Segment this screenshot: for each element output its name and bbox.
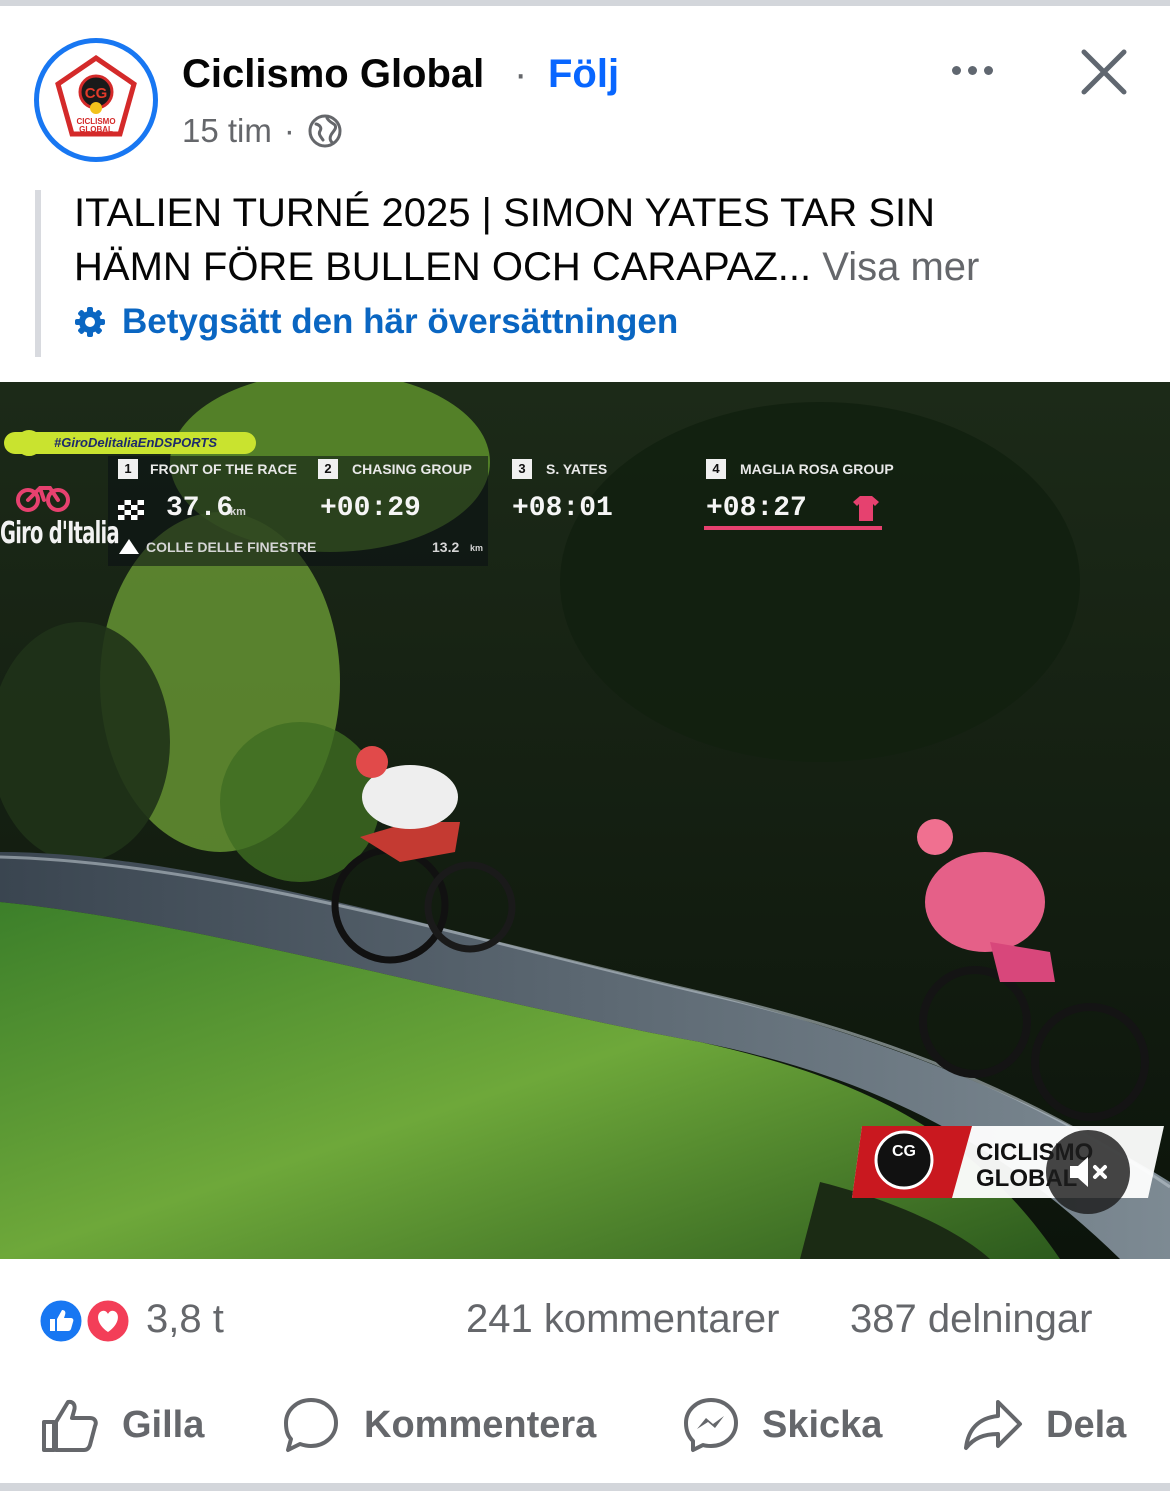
more-dot-icon (967, 65, 977, 75)
comment-label: Kommentera (364, 1403, 597, 1446)
hud-item-1-label: FRONT OF THE RACE (150, 461, 297, 477)
send-label: Skicka (762, 1403, 883, 1446)
hud-item-3-label: S. YATES (546, 461, 608, 477)
climb-name: COLLE DELLE FINESTRE (146, 539, 317, 555)
comment-bubble-icon (284, 1398, 338, 1452)
hud-item-2-number: 2 (318, 459, 338, 479)
ciclismo-global-logo-icon: CG CICLISMO GLOBAL (55, 54, 137, 137)
share-button[interactable]: Dela (962, 1390, 1126, 1460)
top-divider (0, 0, 1170, 6)
hud-item-4-label: MAGLIA ROSA GROUP (740, 461, 894, 477)
thumbs-up-icon (42, 1399, 98, 1452)
checkered-flag-icon (118, 500, 144, 520)
like-love-reactions-icon (37, 1297, 132, 1345)
caption-line-1: ITALIEN TURNÉ 2025 | SIMON YATES TAR SIN (74, 191, 935, 235)
post-caption: ITALIEN TURNÉ 2025 | SIMON YATES TAR SIN… (74, 186, 1134, 294)
meta-separator: · (283, 112, 295, 149)
hud-item-1-unit: km (230, 506, 246, 518)
globe-icon (308, 114, 342, 148)
page-name-link[interactable]: Ciclismo Global (182, 52, 484, 97)
pink-jersey-icon (853, 496, 879, 521)
post-time[interactable]: 15 tim (182, 112, 272, 150)
rate-translation-link[interactable]: Betygsätt den här översättningen (72, 302, 678, 342)
page-avatar[interactable]: CG CICLISMO GLOBAL (34, 38, 158, 162)
giro-bike-logo-icon (16, 486, 70, 512)
svg-text:GLOBAL: GLOBAL (79, 125, 113, 134)
comments-count[interactable]: 241 kommentarer (466, 1297, 779, 1342)
messenger-icon (684, 1398, 738, 1452)
unmute-button[interactable] (1046, 1130, 1130, 1214)
svg-text:CG: CG (85, 85, 108, 102)
maglia-rosa-underline (704, 526, 882, 530)
giro-brand-text: Giro d'Italia (0, 516, 120, 551)
speaker-muted-icon (1070, 1157, 1107, 1187)
shares-count[interactable]: 387 delningar (850, 1297, 1092, 1342)
follow-button[interactable]: Följ (548, 52, 619, 97)
hashtag-bar: #GiroDelitaliaEnDSPORTS (4, 432, 256, 454)
share-arrow-icon (964, 1400, 1022, 1450)
hud-item-4-number: 4 (706, 459, 726, 479)
hud-item-4-value: +08:27 (706, 493, 807, 524)
send-button[interactable]: Skicka (682, 1390, 882, 1460)
more-dot-icon (951, 65, 961, 75)
share-label: Dela (1046, 1403, 1127, 1446)
climb-distance-unit: km (470, 543, 484, 553)
mountain-climb-icon (119, 539, 139, 554)
like-button[interactable]: Gilla (38, 1390, 204, 1460)
hud-item-3-number: 3 (512, 459, 532, 479)
hud-item-3-value: +08:01 (512, 493, 613, 524)
reactions-count[interactable]: 3,8 t (146, 1297, 224, 1342)
hud-item-1-value: 37.6 (166, 493, 234, 524)
hud-item-2-value: +00:29 (320, 493, 421, 524)
like-label: Gilla (122, 1403, 205, 1446)
hud-item-2-label: CHASING GROUP (352, 461, 472, 477)
translation-quote-bar (35, 190, 41, 357)
gear-icon (75, 307, 105, 337)
watermark-initials: CG (892, 1143, 916, 1160)
bottom-divider (0, 1483, 1170, 1491)
caption-line-2: HÄMN FÖRE BULLEN OCH CARAPAZ... (74, 245, 812, 289)
post-meta: 15 tim · (182, 112, 343, 150)
reactions-summary[interactable] (36, 1296, 140, 1346)
hud-item-1-number: 1 (118, 459, 138, 479)
comment-button[interactable]: Kommentera (280, 1390, 596, 1460)
more-options-button[interactable] (940, 50, 1004, 90)
climb-distance: 13.2 (432, 539, 460, 555)
name-separator: · (514, 52, 528, 96)
see-more-link[interactable]: Visa mer (822, 245, 979, 289)
more-dot-icon (983, 65, 993, 75)
close-icon[interactable] (1076, 44, 1132, 100)
rate-translation-label: Betygsätt den här översättningen (122, 302, 679, 341)
